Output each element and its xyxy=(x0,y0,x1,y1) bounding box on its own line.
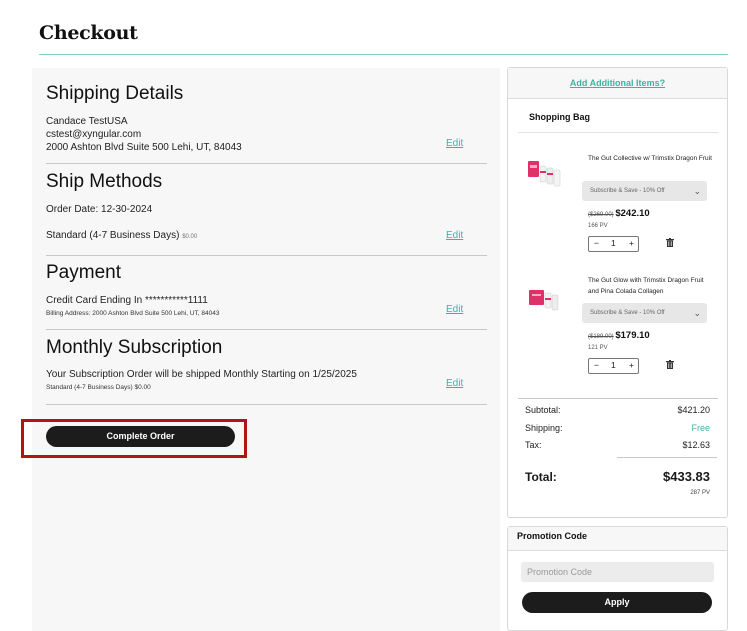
product-price: ($269.00) $242.10 xyxy=(588,208,650,219)
product-name: The Gut Glow with Trimstix Dragon Fruit … xyxy=(588,277,704,295)
edit-payment-link[interactable]: Edit xyxy=(446,304,463,315)
payment-title: Payment xyxy=(46,262,121,283)
bag-divider xyxy=(518,132,718,133)
edit-ship-method-link[interactable]: Edit xyxy=(446,230,463,241)
qty-value: 1 xyxy=(611,238,616,248)
total-value: $433.83 xyxy=(663,469,710,484)
tax-label: Tax: xyxy=(525,440,542,450)
page-title: Checkout xyxy=(39,22,138,44)
subscription-text: Your Subscription Order will be shipped … xyxy=(46,369,357,380)
subscription-title: Monthly Subscription xyxy=(46,337,223,358)
shipping-label: Shipping: xyxy=(525,423,563,433)
shipping-name: Candace TestUSA xyxy=(46,116,128,127)
product-image xyxy=(527,158,565,192)
ship-method-price: $0.00 xyxy=(182,234,198,240)
quantity-stepper: − 1 + xyxy=(588,236,639,252)
subscription-option-value: Subscribe & Save - 10% Off xyxy=(590,188,665,194)
original-price: ($189.00) xyxy=(588,334,614,340)
subscription-option-value: Subscribe & Save - 10% Off xyxy=(590,310,665,316)
shipping-details-title: Shipping Details xyxy=(46,83,184,104)
shopping-bag-title: Shopping Bag xyxy=(529,112,590,122)
section-divider xyxy=(46,404,487,405)
section-divider xyxy=(46,163,487,164)
qty-decrease-button[interactable]: − xyxy=(594,238,599,248)
ship-methods-title: Ship Methods xyxy=(46,171,163,192)
product-name: The Gut Collective w/ Trimstix Dragon Fr… xyxy=(588,155,712,162)
quantity-stepper: − 1 + xyxy=(588,358,639,374)
trash-icon[interactable] xyxy=(666,360,674,371)
qty-increase-button[interactable]: + xyxy=(629,360,634,370)
section-divider xyxy=(46,255,487,256)
promotion-title: Promotion Code xyxy=(517,531,587,541)
order-date: Order Date: 12-30-2024 xyxy=(46,204,153,215)
product-pv: 166 PV xyxy=(588,223,608,229)
payment-card: Credit Card Ending In ***********1111 xyxy=(46,295,208,306)
qty-decrease-button[interactable]: − xyxy=(594,360,599,370)
ship-method: Standard (4-7 Business Days) $0.00 xyxy=(46,230,197,241)
original-price: ($269.00) xyxy=(588,212,614,218)
subscription-option-select[interactable]: Subscribe & Save - 10% Off ⌄ xyxy=(582,303,707,323)
product-price: ($189.00) $179.10 xyxy=(588,330,650,341)
complete-order-button[interactable]: Complete Order xyxy=(46,426,235,447)
subscription-method: Standard (4-7 Business Days) $0.00 xyxy=(46,384,151,391)
subscription-option-select[interactable]: Subscribe & Save - 10% Off ⌄ xyxy=(582,181,707,201)
sale-price: $242.10 xyxy=(615,208,650,219)
total-label: Total: xyxy=(525,470,557,484)
edit-subscription-link[interactable]: Edit xyxy=(446,378,463,389)
trash-icon[interactable] xyxy=(666,238,674,249)
promotion-code-input[interactable] xyxy=(521,562,714,582)
product-pv: 121 PV xyxy=(588,345,608,351)
subtotal-value: $421.20 xyxy=(677,405,710,415)
product-image xyxy=(527,283,565,317)
shipping-address: 2000 Ashton Blvd Suite 500 Lehi, UT, 840… xyxy=(46,142,242,153)
shipping-value: Free xyxy=(691,423,710,433)
qty-increase-button[interactable]: + xyxy=(629,238,634,248)
billing-address: Billing Address: 2000 Ashton Blvd Suite … xyxy=(46,310,220,317)
total-pv: 287 PV xyxy=(690,490,710,496)
sale-price: $179.10 xyxy=(615,330,650,341)
title-divider xyxy=(39,54,728,55)
total-divider xyxy=(617,457,717,458)
ship-method-name: Standard (4-7 Business Days) xyxy=(46,230,180,241)
chevron-down-icon: ⌄ xyxy=(693,186,701,196)
tax-value: $12.63 xyxy=(682,440,710,450)
apply-button[interactable]: Apply xyxy=(522,592,712,613)
qty-value: 1 xyxy=(611,360,616,370)
shipping-email: cstest@xyngular.com xyxy=(46,129,142,140)
subtotal-label: Subtotal: xyxy=(525,405,561,415)
edit-shipping-link[interactable]: Edit xyxy=(446,138,463,149)
section-divider xyxy=(46,329,487,330)
summary-divider xyxy=(518,398,718,399)
add-additional-items-link[interactable]: Add Additional Items? xyxy=(508,78,727,88)
chevron-down-icon: ⌄ xyxy=(693,308,701,318)
